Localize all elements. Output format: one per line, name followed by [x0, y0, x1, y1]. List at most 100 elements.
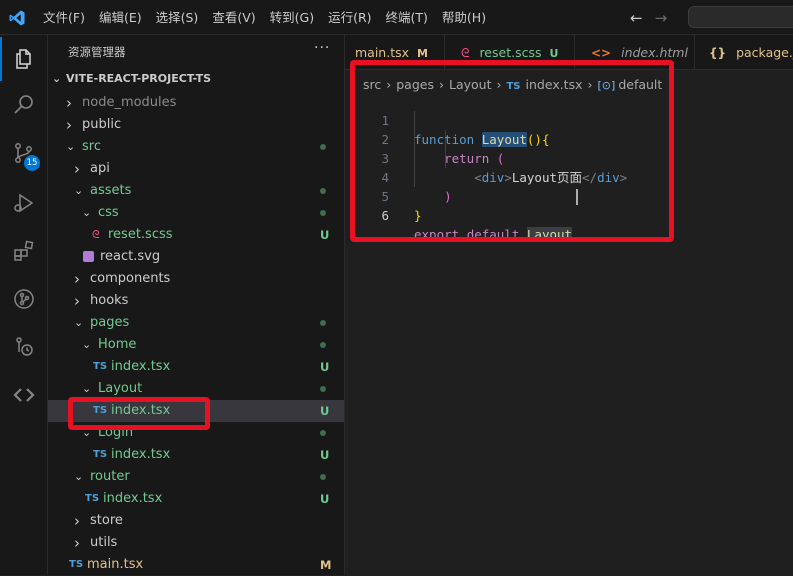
files-icon: [16, 49, 31, 69]
git-change-dot: [320, 430, 326, 436]
git-status-badge: U: [320, 404, 330, 418]
search-icon: [14, 95, 33, 114]
more-actions-icon[interactable]: ···: [314, 40, 330, 56]
scss-file-icon: ᘓ: [92, 228, 100, 241]
tab-package-json[interactable]: {} package.json: [695, 35, 793, 69]
chevron-right-icon: ›: [74, 512, 80, 530]
menu-file[interactable]: 文件(F): [36, 0, 92, 35]
search-activity-button[interactable]: [0, 83, 48, 127]
git-status-badge: U: [320, 228, 330, 242]
chevron-down-icon: ⌄: [74, 470, 84, 483]
highlight-annotation-box: [350, 60, 674, 242]
extensions-activity-button[interactable]: [0, 229, 48, 273]
tree-folder[interactable]: ⌄ src: [48, 136, 344, 158]
tree-item-label: hooks: [90, 293, 129, 308]
typescript-file-icon: TS: [85, 493, 100, 504]
menu-view[interactable]: 查看(V): [205, 0, 262, 35]
tree-folder[interactable]: ⌄ pages: [48, 312, 344, 334]
tree-item-label: pages: [90, 315, 130, 330]
tree-file[interactable]: react.svg: [48, 246, 344, 268]
back-arrow-icon[interactable]: ←: [630, 9, 643, 27]
chevron-right-icon: ›: [74, 270, 80, 288]
run-debug-activity-button[interactable]: [0, 181, 48, 225]
tree-folder[interactable]: ⌄ assets: [48, 180, 344, 202]
project-name: VITE-REACT-PROJECT-TS: [66, 72, 212, 85]
project-folder-header[interactable]: ⌄ VITE-REACT-PROJECT-TS: [52, 72, 211, 85]
tree-folder[interactable]: ⌄ css: [48, 202, 344, 224]
run-debug-icon: [14, 193, 34, 213]
git-change-dot: [320, 188, 326, 194]
tree-folder[interactable]: › components: [48, 268, 344, 290]
remote-explorer-activity-button[interactable]: [0, 325, 48, 369]
menu-edit[interactable]: 编辑(E): [92, 0, 149, 35]
tree-file[interactable]: TS main.tsx M: [48, 554, 344, 576]
chevron-right-icon: ›: [74, 292, 80, 310]
chevron-right-icon: ›: [74, 534, 80, 552]
tree-file[interactable]: TS index.tsx U: [48, 444, 344, 466]
tree-folder[interactable]: ⌄ Home: [48, 334, 344, 356]
chevron-down-icon: ⌄: [66, 140, 76, 153]
git-change-dot: [320, 342, 326, 348]
remote-history-icon: [16, 337, 33, 356]
vscode-logo-icon: [9, 10, 25, 26]
menu-terminal[interactable]: 终端(T): [379, 0, 435, 35]
forward-arrow-icon[interactable]: →: [655, 9, 668, 27]
tree-file[interactable]: ᘓ reset.scss U: [48, 224, 344, 246]
git-change-dot: [320, 386, 326, 392]
menu-go[interactable]: 转到(G): [263, 0, 321, 35]
tree-folder[interactable]: ⌄ router: [48, 466, 344, 488]
navigation-arrows: ← →: [630, 0, 667, 35]
chevron-down-icon: ⌄: [82, 206, 92, 219]
svg-file-icon: [83, 251, 94, 262]
tree-item-label: utils: [90, 535, 118, 550]
chevron-right-icon: ›: [74, 160, 80, 178]
explorer-sidebar: 资源管理器 ··· ⌄ VITE-REACT-PROJECT-TS › node_m…: [48, 35, 345, 575]
tree-item-label: css: [98, 205, 119, 220]
git-status-badge: U: [320, 448, 330, 462]
chevron-right-icon: ›: [66, 116, 72, 134]
chevron-down-icon: ⌄: [52, 72, 62, 85]
explorer-activity-button[interactable]: [0, 37, 48, 81]
git-status-badge: M: [320, 558, 332, 572]
tab-label: package.json: [736, 45, 793, 60]
tree-folder[interactable]: › node_modules: [48, 92, 344, 114]
tab-status: M: [417, 47, 428, 60]
menu-bar: 文件(F) 编辑(E) 选择(S) 查看(V) 转到(G) 运行(R) 终端(T…: [36, 0, 493, 35]
typescript-file-icon: TS: [93, 361, 108, 372]
tree-item-label: index.tsx: [111, 447, 171, 462]
git-status-badge: U: [320, 492, 330, 506]
tree-item-label: index.tsx: [111, 359, 171, 374]
tree-item-label: node_modules: [82, 95, 177, 110]
git-change-dot: [320, 210, 326, 216]
git-status-badge: U: [320, 360, 330, 374]
title-bar: 文件(F) 编辑(E) 选择(S) 查看(V) 转到(G) 运行(R) 终端(T…: [0, 0, 793, 35]
code-activity-button[interactable]: [0, 373, 48, 417]
code-brackets-icon: [13, 388, 35, 402]
tree-item-label: router: [90, 469, 130, 484]
code-editor[interactable]: src › pages › Layout › TS index.tsx › [⊙] default …: [345, 60, 793, 575]
tree-item-label: main.tsx: [87, 557, 144, 572]
tree-item-label: src: [82, 139, 101, 154]
menu-selection[interactable]: 选择(S): [149, 0, 206, 35]
chevron-down-icon: ⌄: [74, 184, 84, 197]
tree-item-label: Home: [98, 337, 137, 352]
chevron-right-icon: ›: [66, 94, 72, 112]
explorer-title: 资源管理器: [68, 45, 126, 59]
source-control-activity-button[interactable]: 15: [0, 131, 48, 175]
tree-file[interactable]: TS index.tsx U: [48, 356, 344, 378]
git-graph-activity-button[interactable]: [0, 277, 48, 321]
tree-folder[interactable]: › api: [48, 158, 344, 180]
tree-folder[interactable]: › store: [48, 510, 344, 532]
json-icon: {}: [709, 46, 727, 60]
tree-file[interactable]: TS index.tsx U: [48, 488, 344, 510]
chevron-down-icon: ⌄: [82, 338, 92, 351]
tree-folder[interactable]: › hooks: [48, 290, 344, 312]
activity-bar: 15: [0, 35, 48, 575]
menu-run[interactable]: 运行(R): [321, 0, 378, 35]
tree-folder[interactable]: › utils: [48, 532, 344, 554]
git-change-dot: [320, 320, 326, 326]
git-change-dot: [320, 474, 326, 480]
command-center-search[interactable]: [688, 6, 793, 28]
menu-help[interactable]: 帮助(H): [435, 0, 493, 35]
tree-folder[interactable]: › public: [48, 114, 344, 136]
